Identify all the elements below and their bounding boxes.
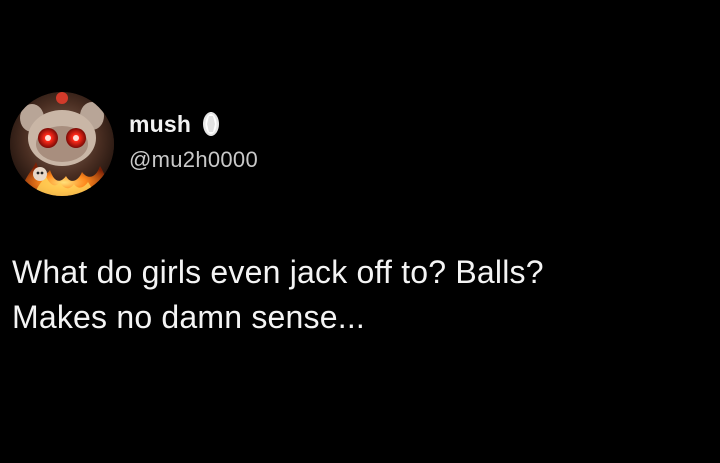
tweet-card: mush @mu2h0000 What do girls even jack o… [0, 0, 720, 463]
verified-badge-icon [200, 111, 222, 137]
avatar-illustration-icon [10, 92, 114, 196]
author-name-row: mush [129, 108, 222, 140]
tweet-text: What do girls even jack off to? Balls? M… [12, 254, 544, 335]
author-handle[interactable]: @mu2h0000 [129, 147, 258, 173]
avatar[interactable] [10, 92, 114, 196]
author-display-name[interactable]: mush [129, 111, 191, 138]
